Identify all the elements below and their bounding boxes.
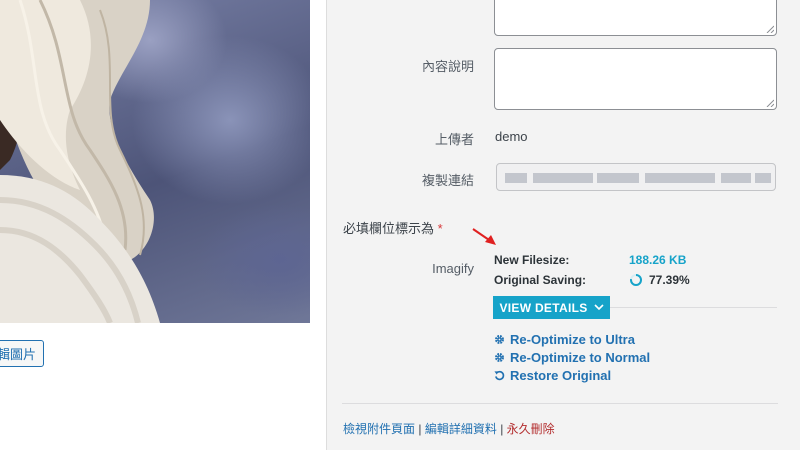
view-attachment-link[interactable]: 檢視附件頁面 [343,422,415,436]
reoptimize-ultra-action[interactable]: Re-Optimize to Ultra [494,332,635,347]
delete-permanently-link[interactable]: 永久刪除 [507,422,555,436]
edit-image-label: 輯圖片 [0,347,36,362]
restore-original-link[interactable]: Restore Original [510,368,611,383]
required-note: 必填欄位標示為 * [343,218,443,237]
resize-handle-icon[interactable] [766,25,774,33]
edit-image-button[interactable]: 輯圖片 [0,340,44,367]
footer-divider [342,403,778,404]
photo-illustration [0,0,160,323]
description-label: 內容說明 [421,59,474,74]
view-details-button[interactable]: VIEW DETAILS [493,296,610,319]
footer-separator: | [418,422,422,436]
original-saving-label: Original Saving: [494,273,587,287]
reoptimize-normal-link[interactable]: Re-Optimize to Normal [510,350,650,365]
gear-icon [495,335,504,344]
reoptimize-ultra-link[interactable]: Re-Optimize to Ultra [510,332,635,347]
description-textarea[interactable] [494,48,777,110]
copy-link-field[interactable] [496,163,776,191]
chevron-down-icon [593,304,604,311]
restore-icon [494,370,505,381]
imagify-label: Imagify [432,261,474,276]
new-filesize-label: New Filesize: [494,253,570,267]
footer-separator: | [500,422,504,436]
imagify-divider [610,307,777,308]
copy-link-label: 複製連結 [421,173,474,188]
resize-handle-icon[interactable] [766,99,774,107]
required-star: * [437,221,443,236]
uploader-label: 上傳者 [434,132,474,147]
reoptimize-normal-action[interactable]: Re-Optimize to Normal [494,350,650,365]
restore-original-action[interactable]: Restore Original [494,368,611,383]
gear-icon [495,353,504,362]
original-saving-value: 77.39% [649,273,690,287]
required-note-text: 必填欄位標示為 [343,221,435,236]
new-filesize-value: 188.26 KB [629,253,687,267]
image-preview [0,0,310,323]
view-details-label: VIEW DETAILS [499,300,588,315]
saving-progress-ring-icon [630,274,642,286]
caption-textarea[interactable] [494,0,777,36]
uploader-value: demo [495,129,528,144]
attachment-actions: 檢視附件頁面 | 編輯詳細資料 | 永久刪除 [343,420,555,437]
edit-details-link[interactable]: 編輯詳細資料 [425,422,497,436]
annotation-arrow-icon [472,228,496,245]
